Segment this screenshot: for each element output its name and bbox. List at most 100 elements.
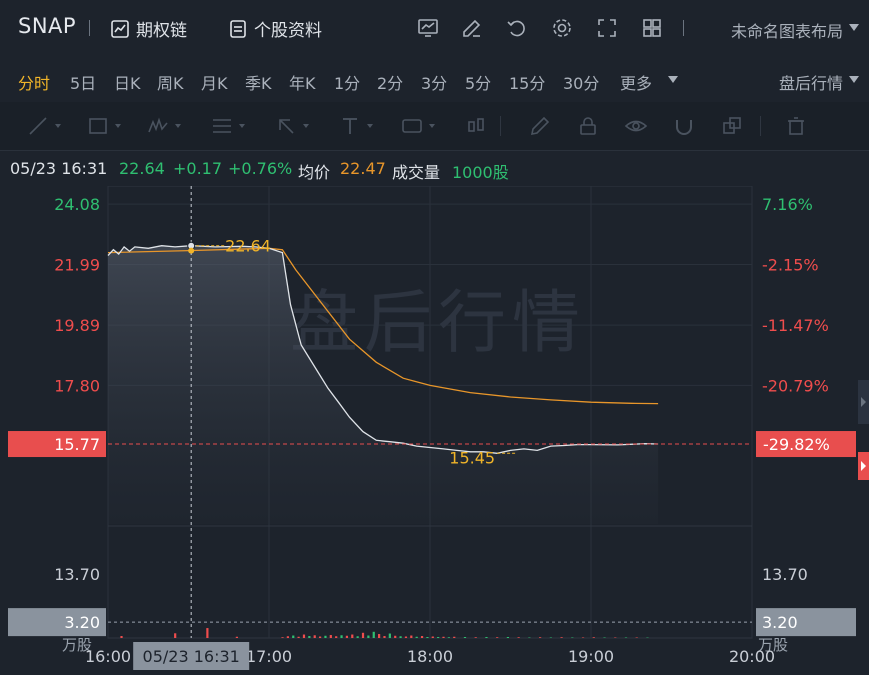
period-tab[interactable]: 月K [201, 70, 228, 94]
volume-bar [367, 635, 370, 638]
period-tab[interactable]: 5分 [465, 70, 491, 94]
arrow-tool-icon[interactable] [274, 114, 298, 138]
right-axis-label: 7.16% [762, 195, 813, 214]
volume-bar [329, 635, 332, 638]
volume-bar [447, 637, 450, 638]
grid-layout-icon[interactable] [640, 16, 664, 40]
volume-bar [420, 636, 424, 638]
low-annotation: 15.45 [449, 448, 495, 467]
ticker-symbol[interactable]: SNAP [18, 14, 76, 38]
period-tab[interactable]: 季K [245, 70, 272, 94]
chevron-down-icon[interactable] [114, 114, 122, 138]
info-volume-label: 成交量 [392, 163, 441, 182]
chevron-down-icon[interactable] [668, 76, 678, 83]
left-axis-label: 19.89 [54, 316, 100, 335]
period-tab[interactable]: 年K [289, 70, 316, 94]
edit-icon[interactable] [460, 16, 484, 40]
profile-button[interactable]: 个股资料 [228, 16, 322, 41]
undo-icon[interactable] [505, 16, 529, 40]
period-tab[interactable]: 更多 [620, 70, 652, 94]
scroll-handle[interactable] [858, 380, 869, 424]
intraday-chart[interactable]: 盘后行情 15.77 -29.82% 24.08 7.16% 21.99 -2.15% 19.… [0, 186, 869, 675]
layers-icon[interactable] [720, 114, 744, 138]
volume-bar [324, 635, 327, 638]
x-tick-label: 20:00 [729, 647, 775, 666]
candle-tool-icon[interactable] [464, 114, 488, 138]
monitor-chart-icon[interactable] [416, 16, 440, 40]
toolbar-divider [500, 116, 501, 136]
volume-bar [394, 635, 397, 638]
toolbar-divider [760, 116, 761, 136]
chevron-down-icon[interactable] [238, 114, 246, 138]
volume-bar [302, 634, 306, 638]
volume-bar [340, 635, 343, 638]
period-tab[interactable]: 日K [114, 70, 141, 94]
volume-bar [517, 637, 520, 638]
text-tool-icon[interactable] [338, 114, 362, 138]
fullscreen-icon[interactable] [595, 16, 619, 40]
volume-bar [453, 636, 456, 638]
volume-bar [485, 637, 488, 638]
layout-name[interactable]: 未命名图表布局 [731, 18, 843, 42]
magnet-icon[interactable] [672, 114, 696, 138]
document-icon [230, 19, 246, 38]
left-axis-label: 21.99 [54, 255, 100, 274]
chevron-down-icon[interactable] [849, 76, 859, 83]
volume-bar [281, 637, 284, 638]
drawing-toolbar [0, 102, 869, 151]
volume-bar [426, 637, 429, 638]
info-change-pct: +0.76% [228, 159, 293, 178]
pencil-icon[interactable] [528, 114, 552, 138]
session-selector[interactable]: 盘后行情 [779, 70, 843, 94]
info-volume-value: 1000股 [452, 163, 509, 182]
divider [683, 20, 684, 36]
chevron-down-icon[interactable] [428, 114, 436, 138]
volume-axis-label: 13.70 [54, 565, 100, 584]
chevron-down-icon[interactable] [302, 114, 310, 138]
info-avg-value: 22.47 [340, 159, 386, 178]
volume-bar [399, 636, 402, 638]
period-tab[interactable]: 1分 [334, 70, 360, 94]
options-chain-label: 期权链 [136, 21, 187, 41]
options-chain-button[interactable]: 期权链 [110, 16, 187, 41]
period-tab[interactable]: 周K [157, 70, 184, 94]
x-tick-label: 19:00 [568, 647, 614, 666]
gear-icon[interactable] [550, 16, 574, 40]
period-tab[interactable]: 2分 [377, 70, 403, 94]
line-tool-icon[interactable] [26, 114, 50, 138]
pattern-tool-icon[interactable] [146, 114, 170, 138]
volume-bar [313, 635, 316, 638]
top-bar: SNAP 期权链 个股资料 未命名图表布局 [0, 0, 869, 59]
info-avg-label: 均价 [298, 163, 331, 182]
volume-bar [474, 637, 477, 638]
volume-bar [120, 636, 123, 638]
volume-bar [506, 637, 510, 638]
scroll-handle-active[interactable] [858, 452, 869, 480]
volume-bar [351, 634, 354, 638]
period-tab[interactable]: 3分 [421, 70, 447, 94]
eye-icon[interactable] [624, 114, 648, 138]
volume-bar [431, 636, 434, 638]
trash-icon[interactable] [784, 114, 808, 138]
chevron-down-icon[interactable] [54, 114, 62, 138]
volume-bar [560, 637, 563, 638]
volume-bar [410, 635, 413, 638]
fibonacci-tool-icon[interactable] [210, 114, 234, 138]
cursor-value-tag: 3.20 [64, 613, 100, 632]
period-tab[interactable]: 15分 [509, 70, 545, 94]
high-annotation: 22.64 [225, 237, 271, 256]
rectangle-tool-icon[interactable] [86, 114, 110, 138]
chevron-down-icon[interactable] [174, 114, 182, 138]
period-bar: 盘后行情 分时 5日 日K 周K 月K 季K 年K 1分 2分 3分 5分 15分 30分 更多 [0, 58, 869, 102]
x-tick-label: 18:00 [407, 647, 453, 666]
period-tab[interactable]: 分时 [18, 70, 50, 94]
volume-bar [297, 636, 300, 638]
chevron-down-icon[interactable] [849, 24, 859, 31]
period-tab[interactable]: 5日 [70, 70, 96, 94]
period-tab[interactable]: 30分 [563, 70, 599, 94]
label-tool-icon[interactable] [400, 114, 424, 138]
volume-bar [539, 637, 542, 638]
volume-bar [437, 637, 440, 638]
chevron-down-icon[interactable] [366, 114, 374, 138]
lock-icon[interactable] [576, 114, 600, 138]
